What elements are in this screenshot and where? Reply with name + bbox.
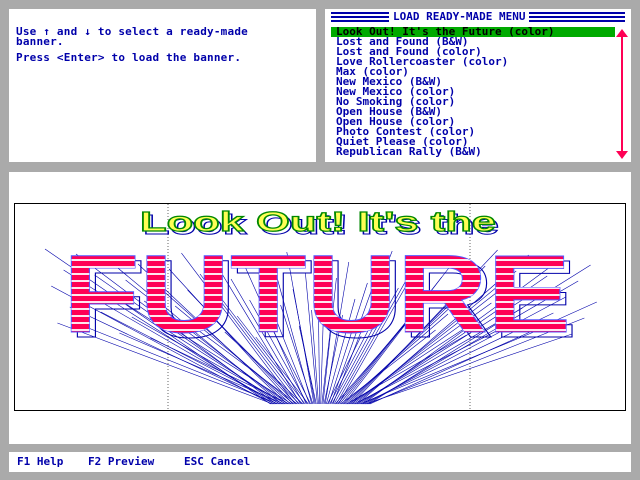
menu-item[interactable]: Republican Rally (B&W) bbox=[331, 146, 615, 157]
instruction-line: Press <Enter> to load the banner. bbox=[16, 51, 242, 64]
svg-text:Look Out! It's the: Look Out! It's the bbox=[140, 206, 496, 237]
cancel-key[interactable]: ESC Cancel bbox=[184, 455, 250, 469]
menu-title-bar: LOAD READY-MADE MENU bbox=[325, 9, 631, 25]
load-menu-panel: LOAD READY-MADE MENU Look Out! It's the … bbox=[325, 9, 631, 162]
help-key[interactable]: F1 Help bbox=[17, 455, 63, 469]
banner-headline: Look Out! It's the Look Out! It's the bbox=[139, 205, 499, 240]
instructions-panel: Use ↑ and ↓ to select a ready-made banne… bbox=[9, 9, 316, 162]
banner-preview-panel: FUTURE FUTURE FUTURE Look Out! It's the … bbox=[9, 172, 631, 444]
menu-title: LOAD READY-MADE MENU bbox=[389, 10, 530, 24]
instruction-line: banner. bbox=[16, 35, 64, 48]
menu-list[interactable]: Look Out! It's the Future (color) Lost an… bbox=[331, 26, 615, 157]
status-bar: F1 Help F2 Preview ESC Cancel bbox=[9, 452, 631, 472]
banner-big-text: FUTURE FUTURE bbox=[63, 233, 578, 362]
scroll-arrow-icon[interactable] bbox=[616, 29, 628, 159]
preview-key[interactable]: F2 Preview bbox=[88, 455, 154, 469]
banner-preview: FUTURE FUTURE FUTURE Look Out! It's the … bbox=[14, 203, 626, 411]
